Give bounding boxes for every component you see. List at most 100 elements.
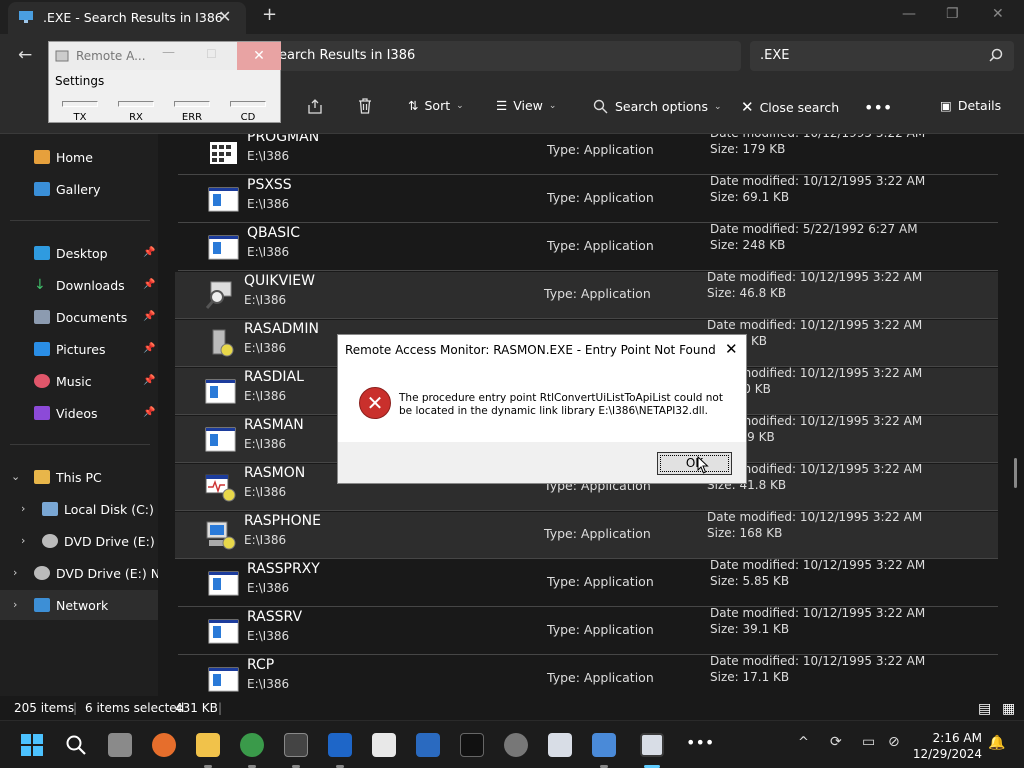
sidebar-item-network[interactable]: › Network [0, 590, 158, 620]
chevron-right-icon[interactable]: › [21, 502, 25, 515]
7zip-icon[interactable] [372, 733, 396, 757]
pin-icon[interactable]: 📌 [143, 279, 155, 290]
share-icon[interactable] [306, 97, 324, 115]
remote-access-titlebar[interactable]: Remote A... — ☐ ✕ [49, 42, 281, 70]
network-app-icon[interactable] [592, 733, 616, 757]
scrollbar-thumb[interactable] [1014, 458, 1017, 488]
window-app-icon[interactable] [548, 733, 572, 757]
file-row[interactable]: QBASIC E:\I386 Type: Application Date modif… [178, 222, 998, 271]
sidebar-item-dvd-drive[interactable]: › DVD Drive (E:) NTW [0, 558, 158, 588]
details-button[interactable]: ▣ Details [940, 98, 1001, 113]
file-date: Date modified: 10/12/1995 3:22 AM [707, 318, 923, 332]
sidebar-item-music[interactable]: Music 📌 [0, 366, 158, 396]
task-view-icon[interactable] [108, 733, 132, 757]
file-row[interactable]: QUIKVIEW E:\I386 Type: Application Date mod… [175, 270, 998, 319]
rasmon-app-icon[interactable] [640, 733, 664, 757]
clock[interactable]: 2:16 AM 12/29/2024 [912, 730, 982, 762]
settings-menu[interactable]: Settings [55, 74, 104, 88]
search-input[interactable]: .EXE [750, 41, 1014, 71]
sort-label: Sort [424, 98, 451, 113]
view-button[interactable]: ☰ View ⌄ [496, 98, 556, 113]
ok-button[interactable]: OK [657, 452, 732, 475]
application-icon [208, 619, 239, 644]
notification-bell-icon[interactable]: 🔔 [988, 735, 1005, 751]
dvd-icon [42, 534, 58, 548]
new-tab-icon[interactable]: + [262, 4, 277, 25]
tab-close-icon[interactable]: ✕ [218, 7, 231, 26]
terminal-icon[interactable] [460, 733, 484, 757]
search-options-icon [593, 99, 608, 114]
volume-muted-icon[interactable]: ⊘ [888, 734, 900, 750]
pin-icon[interactable]: 📌 [143, 343, 155, 354]
pin-icon[interactable]: 📌 [143, 247, 155, 258]
file-row[interactable]: RASSPRXY E:\I386 Type: Application Date mod… [178, 558, 998, 607]
address-bar[interactable]: earch Results in I386 [275, 41, 741, 71]
sidebar-item-gallery[interactable]: Gallery [0, 174, 158, 204]
sort-icon: ⇅ [408, 98, 419, 113]
close-search-label: Close search [759, 99, 840, 115]
close-search-button[interactable]: ✕ Close search [741, 98, 839, 116]
sidebar-item-documents[interactable]: Documents 📌 [0, 302, 158, 332]
window-close-icon[interactable]: ✕ [992, 6, 1004, 22]
start-icon[interactable] [20, 733, 44, 757]
file-row[interactable]: PROGMAN E:\I386 Type: Application Date modi… [178, 134, 998, 175]
details-view-icon[interactable]: ▤ [978, 701, 991, 717]
tiles-view-icon[interactable]: ▦ [1002, 701, 1015, 717]
more-options-icon[interactable]: ••• [864, 98, 892, 117]
status-divider: | [73, 701, 78, 715]
sync-icon[interactable]: ⟳ [830, 734, 842, 750]
firefox-icon[interactable] [152, 733, 176, 757]
monitor-icon[interactable]: ▭ [862, 734, 875, 750]
sidebar-item-local-disk[interactable]: › Local Disk (C:) [0, 494, 158, 524]
file-row[interactable]: RASPHONE E:\I386 Type: Application Date mod… [175, 510, 998, 559]
chevron-down-icon[interactable]: ⌄ [11, 470, 20, 483]
pin-icon[interactable]: 📌 [143, 311, 155, 322]
chevron-right-icon[interactable]: › [13, 598, 17, 611]
chevron-right-icon[interactable]: › [13, 566, 17, 579]
close-icon[interactable]: ✕ [725, 340, 738, 358]
search-icon[interactable] [64, 733, 88, 757]
dialog-titlebar[interactable]: Remote Access Monitor: RASMON.EXE - Entr… [338, 335, 746, 363]
device-icon[interactable] [284, 733, 308, 757]
minimize-icon[interactable]: — [162, 45, 175, 60]
more-apps-icon[interactable]: ••• [686, 733, 714, 752]
pin-icon[interactable]: 📌 [143, 407, 155, 418]
file-path: E:\I386 [247, 149, 290, 163]
sidebar-item-dvd-drive-nested[interactable]: › DVD Drive (E:) NT [0, 526, 158, 556]
sidebar-item-home[interactable]: Home [0, 142, 158, 172]
file-size: Size: 5.85 KB [710, 574, 790, 588]
minimize-icon[interactable]: — [902, 6, 916, 22]
sidebar-item-videos[interactable]: Videos 📌 [0, 398, 158, 428]
tab-search-results[interactable]: .EXE - Search Results in I386 ✕ [8, 2, 246, 34]
file-name: PSXSS [247, 177, 292, 193]
sidebar-item-downloads[interactable]: ↓ Downloads 📌 [0, 270, 158, 300]
delete-icon[interactable] [356, 97, 374, 115]
address-path: earch Results in I386 [279, 48, 416, 63]
chevron-right-icon[interactable]: › [21, 534, 25, 547]
file-row[interactable]: PSXSS E:\I386 Type: Application Date modifi… [178, 174, 998, 223]
file-size: Size: 248 KB [710, 238, 786, 252]
sidebar-item-desktop[interactable]: Desktop 📌 [0, 238, 158, 268]
file-size: Size: 168 KB [707, 526, 783, 540]
sidebar-item-pictures[interactable]: Pictures 📌 [0, 334, 158, 364]
browser-icon[interactable] [240, 733, 264, 757]
pin-icon[interactable]: 📌 [143, 375, 155, 386]
maximize-icon[interactable]: ☐ [206, 47, 217, 61]
settings-gear-icon[interactable] [504, 733, 528, 757]
sort-button[interactable]: ⇅ Sort ⌄ [408, 98, 464, 113]
search-options-button[interactable]: Search options ⌄ [592, 98, 722, 115]
back-arrow-icon[interactable]: ← [18, 45, 32, 65]
chevron-up-icon[interactable]: ^ [798, 735, 809, 750]
file-name: RASSPRXY [247, 561, 320, 577]
file-explorer-icon[interactable] [196, 733, 220, 757]
file-date: Date modified: 10/12/1995 3:22 AM [710, 654, 926, 668]
search-icon [989, 48, 1003, 62]
restore-icon[interactable]: ❐ [946, 6, 959, 22]
file-row[interactable]: RASSRV E:\I386 Type: Application Date modif… [178, 606, 998, 655]
app-icon[interactable] [328, 733, 352, 757]
powershell-icon[interactable] [416, 733, 440, 757]
sidebar-item-this-pc[interactable]: ⌄ This PC [0, 462, 158, 492]
file-row[interactable]: RCP E:\I386 Type: Application Date modified… [178, 654, 998, 696]
file-size: Size: 46.8 KB [707, 286, 787, 300]
close-icon[interactable]: ✕ [237, 42, 281, 70]
